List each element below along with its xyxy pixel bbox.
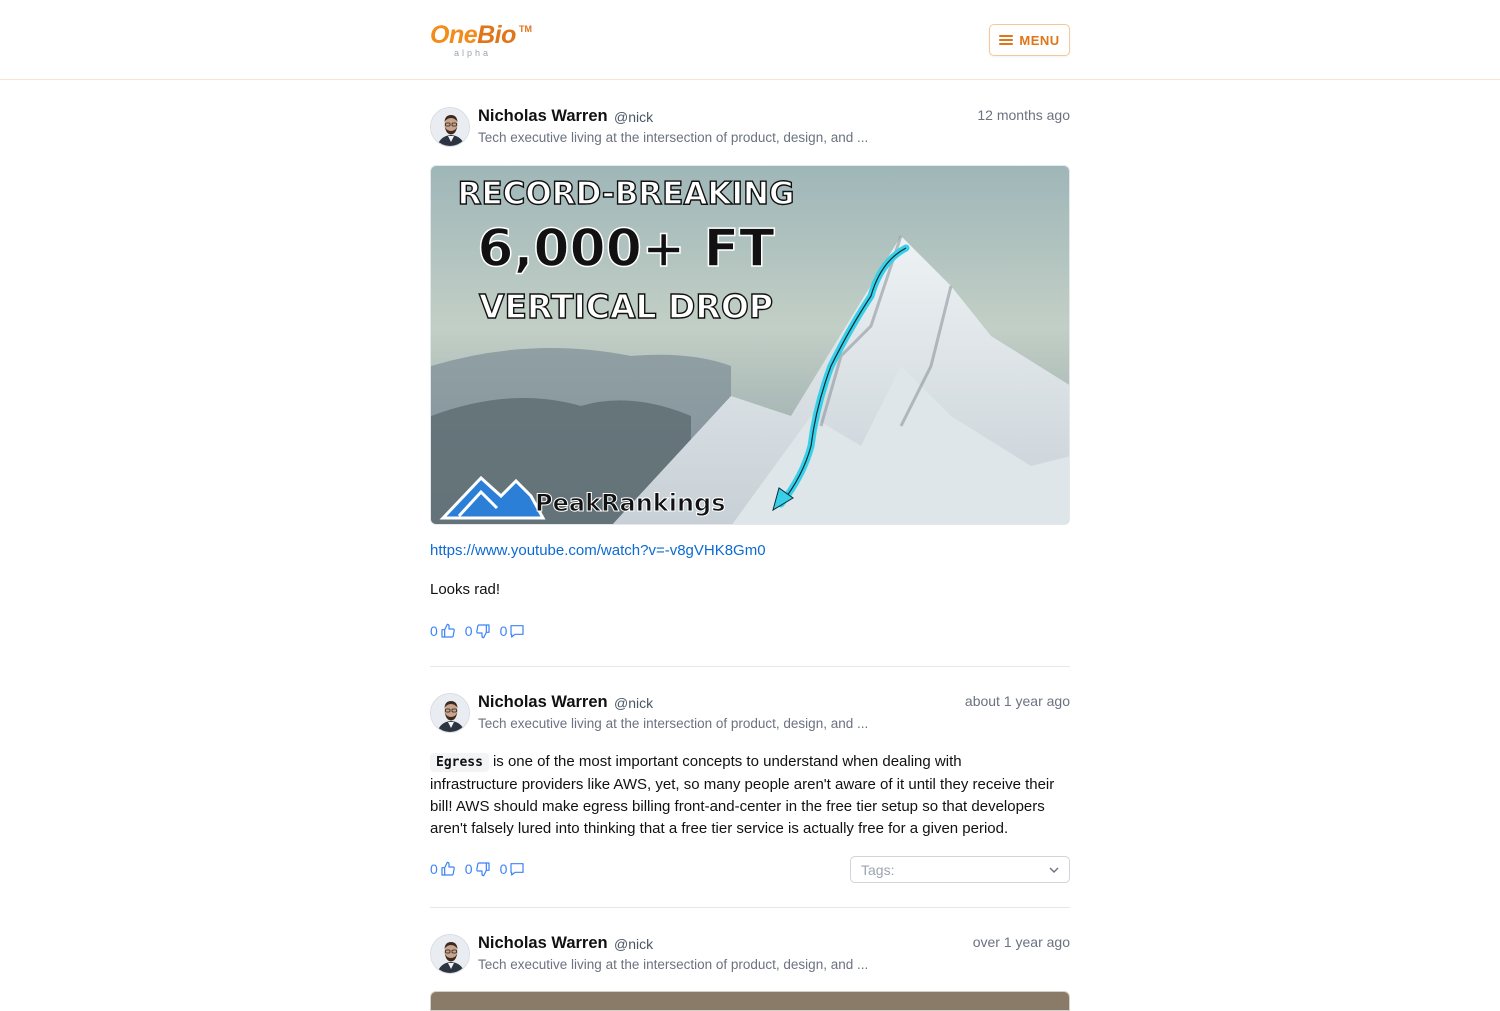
tags-placeholder: Tags: bbox=[861, 861, 895, 878]
comment-icon bbox=[510, 863, 524, 876]
dislike-count: 0 bbox=[464, 861, 473, 877]
author-name[interactable]: Nicholas Warren bbox=[478, 934, 608, 953]
comment-icon bbox=[510, 625, 524, 638]
post-divider bbox=[430, 666, 1070, 667]
youtube-link[interactable]: https://www.youtube.com/watch?v=-v8gVHK8… bbox=[430, 542, 766, 559]
post-timestamp[interactable]: about 1 year ago bbox=[965, 693, 1070, 709]
menu-button[interactable]: MENU bbox=[989, 24, 1070, 56]
top-header: OneBio TM alpha MENU bbox=[0, 0, 1500, 80]
menu-label: MENU bbox=[1019, 32, 1060, 48]
comment-button[interactable]: 0 bbox=[500, 623, 526, 639]
comment-button[interactable]: 0 bbox=[500, 861, 526, 877]
thumbnail-line2: 6,000+ FT bbox=[477, 219, 775, 279]
post-body: Egress is one of the most important conce… bbox=[430, 751, 1070, 840]
post-actions: 0 0 0 bbox=[430, 859, 525, 879]
post-header: Nicholas Warren @nick Tech executive liv… bbox=[430, 693, 1070, 737]
like-button[interactable]: 0 bbox=[430, 861, 456, 877]
tags-select[interactable]: Tags: bbox=[850, 856, 1070, 883]
like-count: 0 bbox=[430, 623, 438, 639]
avatar[interactable] bbox=[430, 693, 470, 733]
comment-count: 0 bbox=[499, 861, 508, 877]
thumbs-down-icon bbox=[475, 862, 490, 877]
post-text-line: bill! AWS should make egress billing fro… bbox=[430, 798, 1045, 815]
thumbnail-brand: PeakRankings bbox=[535, 489, 726, 517]
thumbs-down-icon bbox=[475, 624, 490, 639]
post-timestamp[interactable]: 12 months ago bbox=[977, 107, 1070, 123]
author-bio: Tech executive living at the intersectio… bbox=[478, 130, 869, 145]
dislike-button[interactable]: 0 bbox=[465, 861, 491, 877]
like-button[interactable]: 0 bbox=[430, 623, 456, 639]
thumbs-up-icon bbox=[441, 623, 455, 638]
post-actions: 0 0 0 bbox=[430, 621, 525, 641]
post-text-line: aren't falsely lured into thinking that … bbox=[430, 820, 1009, 837]
author-name[interactable]: Nicholas Warren bbox=[478, 107, 608, 126]
onebio-logo[interactable]: OneBio TM alpha bbox=[430, 20, 540, 60]
dislike-button[interactable]: 0 bbox=[465, 623, 491, 639]
author-handle[interactable]: @nick bbox=[614, 109, 653, 125]
author-bio: Tech executive living at the intersectio… bbox=[478, 716, 869, 731]
author-handle[interactable]: @nick bbox=[614, 695, 653, 711]
avatar[interactable] bbox=[430, 934, 470, 974]
author-handle[interactable]: @nick bbox=[614, 936, 653, 952]
post-timestamp[interactable]: over 1 year ago bbox=[973, 934, 1070, 950]
hamburger-icon bbox=[999, 35, 1014, 45]
thumbnail-line1: RECORD-BREAKING bbox=[458, 176, 795, 212]
thumbnail-line3: VERTICAL DROP bbox=[479, 287, 773, 326]
post-divider bbox=[430, 907, 1070, 908]
post-text-line: infrastructure providers like AWS, yet, … bbox=[430, 776, 1055, 793]
post-text-line: Egress is one of the most important conce… bbox=[430, 751, 1070, 774]
post-media-preview[interactable] bbox=[430, 991, 1070, 1011]
dislike-count: 0 bbox=[464, 623, 473, 639]
avatar[interactable] bbox=[430, 107, 470, 147]
thumbs-up-icon bbox=[441, 861, 455, 876]
post-header: Nicholas Warren @nick Tech executive liv… bbox=[430, 107, 1070, 151]
author-bio: Tech executive living at the intersectio… bbox=[478, 957, 869, 972]
video-thumbnail[interactable]: RECORD-BREAKING 6,000+ FT VERTICAL DROP … bbox=[430, 165, 1070, 525]
comment-count: 0 bbox=[499, 623, 508, 639]
chevron-down-icon bbox=[1049, 867, 1059, 873]
post-header: Nicholas Warren @nick Tech executive liv… bbox=[430, 934, 1070, 978]
logo-stage: alpha bbox=[454, 48, 492, 58]
author-name[interactable]: Nicholas Warren bbox=[478, 693, 608, 712]
like-count: 0 bbox=[430, 861, 438, 877]
post-text: Looks rad! bbox=[430, 581, 501, 598]
code-term: Egress bbox=[430, 753, 489, 772]
logo-trademark: TM bbox=[519, 24, 532, 34]
